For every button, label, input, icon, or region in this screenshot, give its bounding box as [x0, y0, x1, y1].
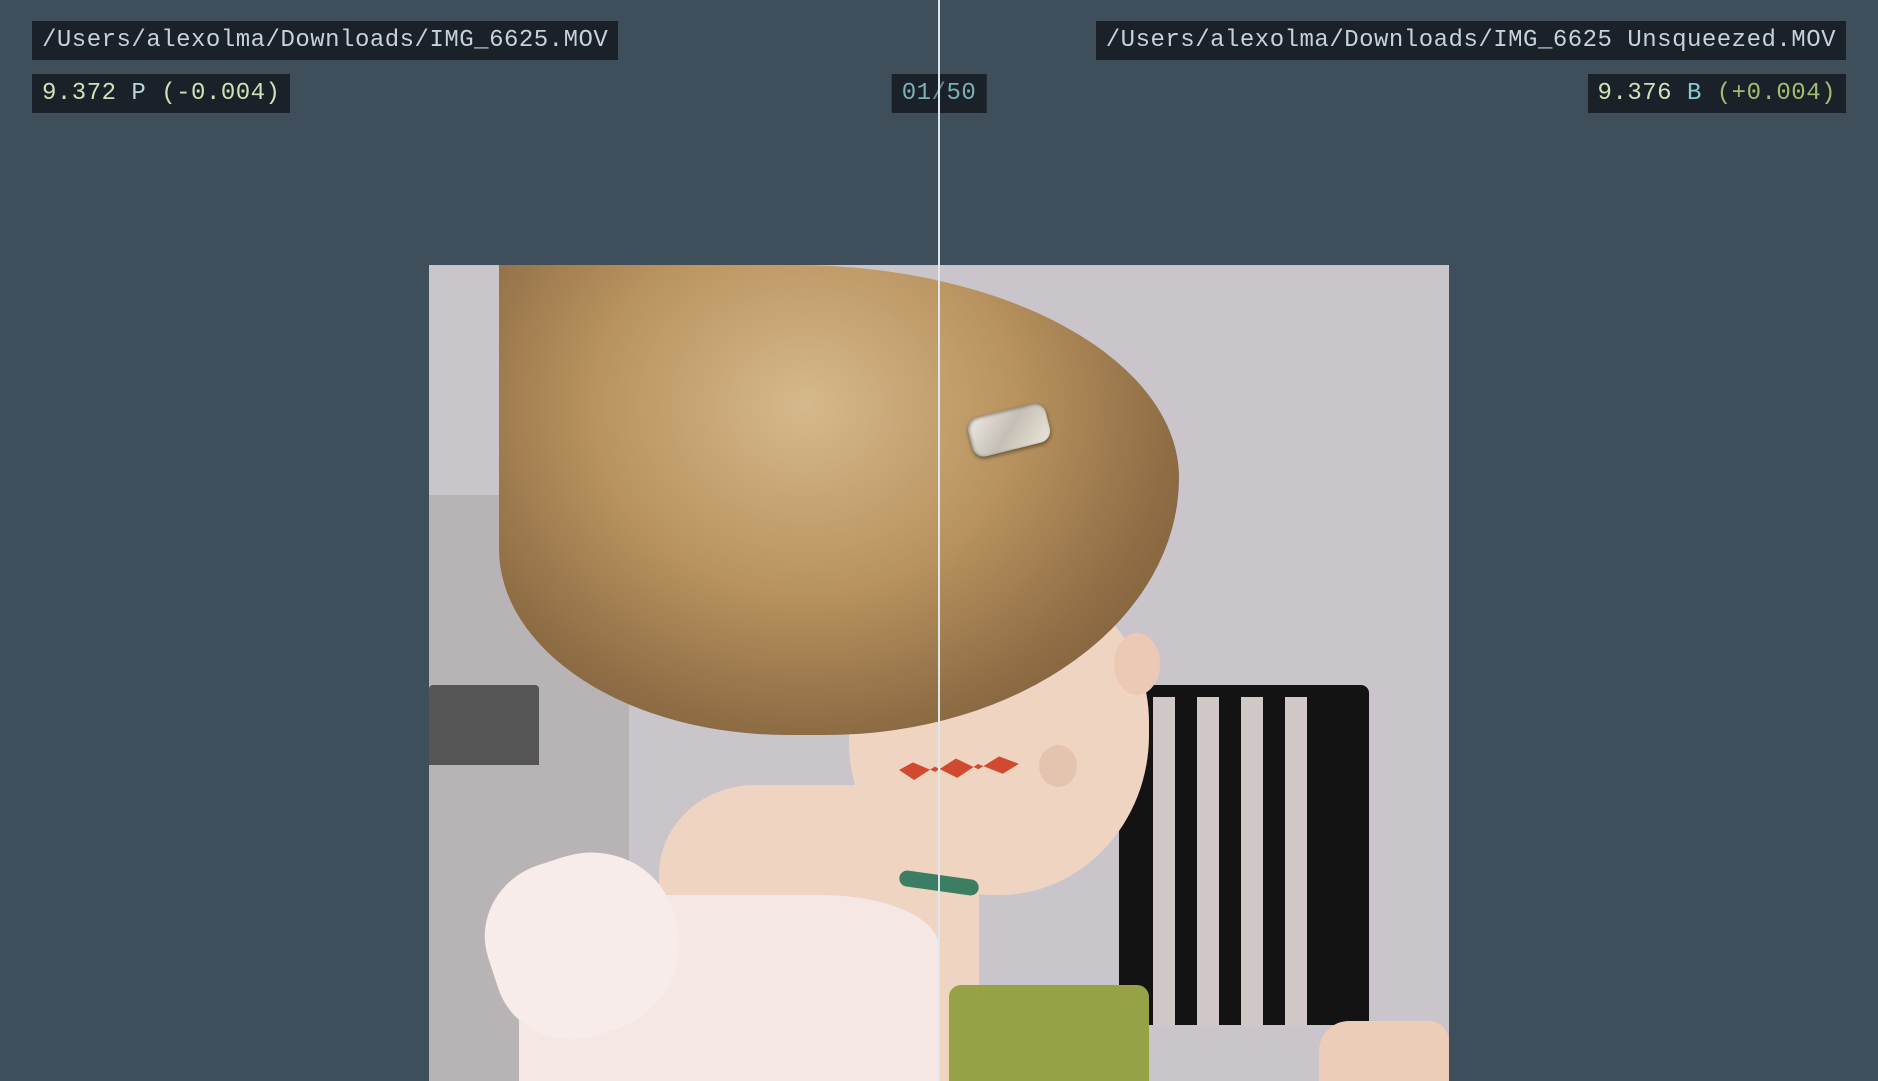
- right-source-path: /Users/alexolma/Downloads/IMG_6625 Unsqu…: [1096, 21, 1846, 60]
- frame-subject-hand: [1319, 1021, 1449, 1081]
- frame-chair: [1119, 685, 1369, 1025]
- frame-counter-current: 01: [902, 80, 932, 107]
- frame-subject-nose: [1039, 745, 1077, 787]
- frame-subject-ear: [1114, 633, 1160, 695]
- right-time-delta: (+0.004): [1717, 80, 1836, 107]
- right-frame-type: B: [1687, 80, 1702, 107]
- right-time-metric: 9.376 B (+0.004): [1588, 74, 1846, 113]
- left-time-metric: 9.372 P (-0.004): [32, 74, 290, 113]
- comparison-slider-divider[interactable]: [938, 0, 940, 1081]
- frame-foreground-toy: [949, 985, 1149, 1081]
- left-time-value: 9.372: [42, 80, 117, 107]
- left-frame-type: P: [131, 80, 146, 107]
- frame-bg-object: [429, 685, 539, 765]
- left-time-delta: (-0.004): [161, 80, 280, 107]
- frame-counter-total: 50: [946, 80, 976, 107]
- left-source-path: /Users/alexolma/Downloads/IMG_6625.MOV: [32, 21, 618, 60]
- right-time-value: 9.376: [1598, 80, 1673, 107]
